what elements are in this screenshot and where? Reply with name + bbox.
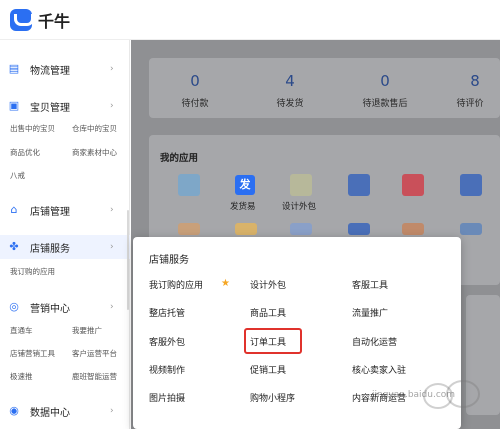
popup-item[interactable]: 购物小程序 bbox=[250, 391, 295, 404]
app-logo[interactable]: 千牛 bbox=[10, 8, 70, 32]
fahuoyi-app-icon[interactable]: 发 bbox=[235, 175, 255, 195]
sidebar-item-data[interactable]: ◉ 数据中心 › bbox=[0, 399, 130, 423]
app-icon[interactable] bbox=[290, 174, 312, 196]
sidebar-item-marketing[interactable]: ◎ 营销中心 › bbox=[0, 295, 130, 319]
stat-label: 待退款售后 bbox=[362, 99, 408, 109]
stat-value[interactable]: 4 bbox=[260, 72, 320, 90]
popup-item[interactable]: 图片拍摄 bbox=[149, 391, 185, 404]
shop-item-icon: ▣ bbox=[8, 99, 20, 112]
app-icon[interactable] bbox=[348, 223, 370, 235]
apps-grid-icon: ✤ bbox=[9, 240, 19, 253]
sidebar-link[interactable]: 极速推 bbox=[10, 371, 33, 382]
watermark-text: jingyan.baidu.com bbox=[372, 390, 456, 400]
app-icon[interactable] bbox=[460, 174, 482, 196]
chevron-right-icon: › bbox=[110, 406, 114, 416]
baidu-jingyan-watermark-icon bbox=[423, 380, 480, 409]
sidebar-item-label: 物流管理 bbox=[30, 65, 70, 77]
app-icon[interactable] bbox=[178, 174, 200, 196]
sidebar-link[interactable]: 直通车 bbox=[10, 325, 33, 336]
store-icon: ⌂ bbox=[10, 203, 18, 216]
sidebar-scrollbar[interactable] bbox=[127, 210, 129, 310]
stat-value[interactable]: 0 bbox=[165, 72, 225, 90]
qianniu-logo-icon bbox=[10, 9, 34, 31]
sidebar-item-label: 数据中心 bbox=[30, 407, 70, 419]
popup-item[interactable]: 客服工具 bbox=[352, 278, 388, 291]
data-icon: ◉ bbox=[9, 404, 19, 417]
app-label[interactable]: 设计外包 bbox=[282, 200, 316, 212]
sidebar-item-label: 营销中心 bbox=[30, 303, 70, 315]
logistics-icon: ▤ bbox=[8, 62, 20, 75]
sidebar: ▤ 物流管理 › ▣ 宝贝管理 › 出售中的宝贝 仓库中的宝贝 商品优化 商家素… bbox=[0, 40, 130, 429]
chevron-right-icon: › bbox=[110, 242, 114, 252]
popup-item[interactable]: 客服外包 bbox=[149, 335, 185, 348]
sidebar-link[interactable]: 我订购的应用 bbox=[10, 266, 55, 277]
popup-item[interactable]: 设计外包 bbox=[250, 278, 286, 291]
star-icon[interactable]: ★ bbox=[221, 278, 230, 289]
sidebar-link[interactable]: 客户运营平台 bbox=[72, 348, 117, 359]
popup-item[interactable]: 商品工具 bbox=[250, 306, 286, 319]
app-icon[interactable] bbox=[235, 223, 257, 235]
stat-label: 待付款 bbox=[181, 99, 209, 109]
popup-title: 店铺服务 bbox=[149, 255, 189, 266]
sidebar-link[interactable]: 商品优化 bbox=[10, 147, 40, 158]
popup-item[interactable]: 促销工具 bbox=[250, 363, 286, 376]
popup-item[interactable]: 自动化运营 bbox=[352, 335, 397, 348]
chevron-right-icon: › bbox=[110, 205, 114, 215]
app-icon[interactable] bbox=[460, 223, 482, 235]
sidebar-item-store-service[interactable]: ✤ 店铺服务 › bbox=[0, 235, 130, 259]
sidebar-link[interactable]: 仓库中的宝贝 bbox=[72, 123, 117, 134]
sidebar-link[interactable]: 八戒 bbox=[10, 170, 25, 181]
app-icon[interactable] bbox=[290, 223, 312, 235]
popup-item[interactable]: 视频制作 bbox=[149, 363, 185, 376]
chevron-right-icon: › bbox=[110, 64, 114, 74]
chevron-right-icon: › bbox=[110, 302, 114, 312]
app-icon[interactable] bbox=[178, 223, 200, 235]
sidebar-item-store[interactable]: ⌂ 店铺管理 › bbox=[0, 198, 130, 222]
marketing-icon: ◎ bbox=[9, 300, 19, 313]
order-tools-highlight-box bbox=[244, 328, 302, 354]
popup-item[interactable]: 核心卖家入驻 bbox=[352, 363, 406, 376]
app-label[interactable]: 发货易 bbox=[230, 200, 256, 212]
sidebar-item-label: 店铺管理 bbox=[30, 206, 70, 218]
stat-value[interactable]: 0 bbox=[355, 72, 415, 90]
top-bar: 千牛 bbox=[0, 0, 500, 40]
app-icon[interactable] bbox=[402, 223, 424, 235]
sidebar-item-label: 店铺服务 bbox=[30, 243, 70, 255]
stat-value[interactable]: 8 bbox=[450, 72, 500, 90]
stat-label: 待发货 bbox=[276, 99, 304, 109]
sidebar-link[interactable]: 鹿班智能运营 bbox=[72, 371, 117, 382]
sidebar-link[interactable]: 店铺营销工具 bbox=[10, 348, 55, 359]
app-icon[interactable] bbox=[348, 174, 370, 196]
popup-item[interactable]: 流量推广 bbox=[352, 306, 388, 319]
sidebar-link[interactable]: 我要推广 bbox=[72, 325, 102, 336]
app-icon[interactable] bbox=[402, 174, 424, 196]
popup-item[interactable]: 我订购的应用 bbox=[149, 278, 203, 291]
my-apps-title: 我的应用 bbox=[160, 153, 199, 164]
sidebar-item-label: 宝贝管理 bbox=[30, 102, 70, 114]
sidebar-link[interactable]: 出售中的宝贝 bbox=[10, 123, 55, 134]
popup-item[interactable]: 整店托管 bbox=[149, 306, 185, 319]
stat-label: 待评价 bbox=[456, 99, 484, 109]
sidebar-item-logistics[interactable]: ▤ 物流管理 › bbox=[0, 57, 130, 81]
chevron-right-icon: › bbox=[110, 101, 114, 111]
app-title: 千牛 bbox=[38, 12, 71, 31]
sidebar-link[interactable]: 商家素材中心 bbox=[72, 147, 117, 158]
sidebar-item-baobei[interactable]: ▣ 宝贝管理 › bbox=[0, 94, 130, 118]
